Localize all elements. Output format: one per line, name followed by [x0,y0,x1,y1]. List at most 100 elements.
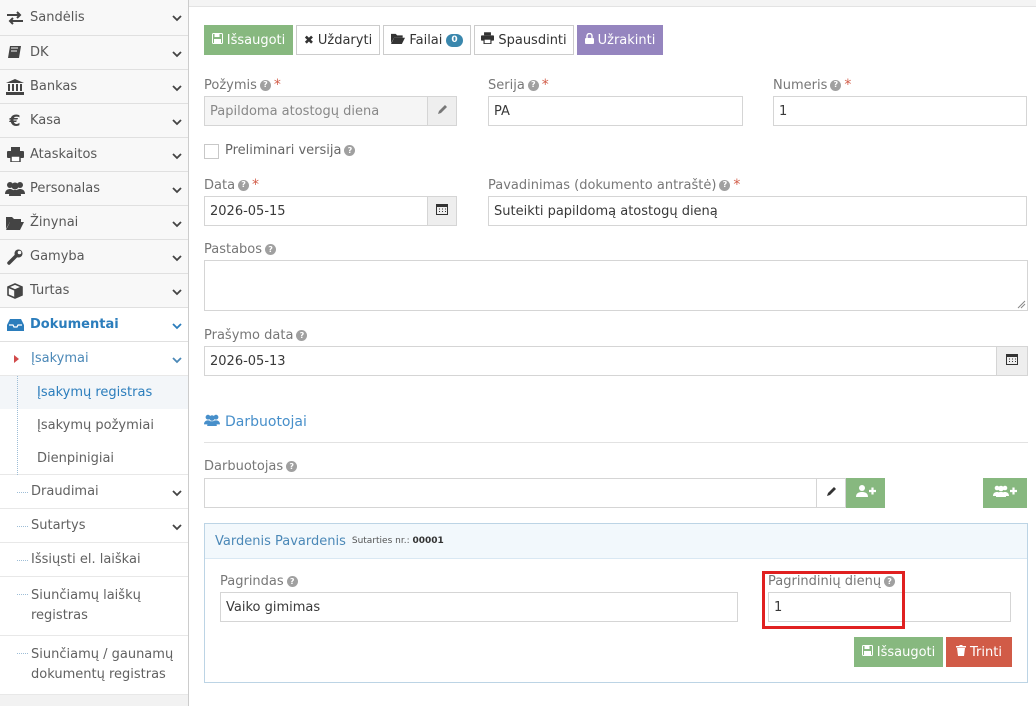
sidebar-item-kasa[interactable]: € Kasa [0,104,188,138]
data-field[interactable]: 2026-05-15 [204,196,429,226]
euro-icon: € [9,111,21,130]
required-marker: * [733,177,741,193]
book-icon [0,45,30,60]
sidebar-item-label: Bankas [30,79,78,94]
floppy-icon [861,644,873,660]
preliminari-label: Preliminari versija ? [225,143,356,158]
pavadinimas-label: Pavadinimas (dokumento antraštė) ? * [488,177,740,193]
edit-pozymis-button[interactable] [427,96,457,126]
prasymo-date-picker-button[interactable] [996,346,1028,376]
print-icon [481,32,495,48]
lock-button-label: Užrakinti [597,32,656,48]
sidebar-item-siunciamu-laisku-registras[interactable]: Siunčiamų laiškų registras [0,577,188,636]
darbuotojai-section-title: Darbuotojai [204,414,307,430]
exchange-icon [0,10,30,25]
close-icon: ✖ [303,33,314,47]
sidebar-item-sandelis[interactable]: Sandėlis [0,0,188,36]
resize-handle-icon[interactable] [1016,299,1026,309]
sidebar-item-label: Turtas [30,283,70,298]
date-picker-button[interactable] [427,196,457,226]
close-button-label: Uždaryti [317,32,373,48]
pavadinimas-field[interactable]: Suteikti papildomą atostogų dieną [488,196,1027,226]
pozymis-field[interactable]: Papildoma atostogų diena [204,96,428,126]
sidebar-item-gamyba[interactable]: Gamyba [0,240,188,274]
sidebar-item-isakymai[interactable]: Įsakymai [0,342,188,376]
sidebar-item-label: DK [30,45,49,60]
sidebar-item-personalas[interactable]: Personalas [0,172,188,206]
required-marker: * [273,77,281,93]
help-icon[interactable]: ? [527,79,539,91]
chevron-down-icon [172,82,182,97]
user-plus-icon [855,485,876,501]
edit-darbuotojas-button[interactable] [816,478,846,508]
sidebar-item-label: Įsakymų požymiai [37,418,154,433]
add-employees-group-button[interactable] [983,478,1027,508]
sidebar-item-zinynai[interactable]: Žinynai [0,206,188,240]
add-employee-button[interactable] [846,478,885,508]
sidebar-item-ataskaitos[interactable]: Ataskaitos [0,138,188,172]
sidebar-item-draudimai[interactable]: Draudimai [0,475,188,509]
serija-field[interactable]: PA [488,96,743,126]
darbuotojas-label: Darbuotojas ? [204,459,298,474]
prasymo-data-field[interactable]: 2026-05-13 [204,346,997,376]
close-button[interactable]: ✖ Uždaryti [296,25,380,55]
help-icon[interactable]: ? [344,145,356,156]
files-count-badge: 0 [446,33,463,47]
sidebar: Sandėlis DK Bankas € Kasa Ataskaitos Per… [0,0,189,706]
employee-save-button[interactable]: Išsaugoti [854,637,943,667]
sidebar-item-label: Draudimai [31,484,99,499]
sidebar-item-dk[interactable]: DK [0,36,188,70]
cube-icon [0,282,30,299]
help-icon[interactable]: ? [296,330,308,341]
darbuotojas-field[interactable] [204,478,818,508]
chevron-down-icon [172,320,182,335]
sidebar-item-isakymu-registras[interactable]: Įsakymų registras [0,376,188,409]
help-icon[interactable]: ? [286,461,298,472]
sidebar-item-turtas[interactable]: Turtas [0,274,188,308]
files-button[interactable]: Failai 0 [383,25,471,55]
employee-delete-button[interactable]: Trinti [946,637,1012,667]
users-icon [0,181,30,196]
pagrindas-field[interactable]: Vaiko gimimas [220,592,738,622]
employee-save-label: Išsaugoti [876,644,936,660]
employee-name[interactable]: Vardenis Pavardenis [215,534,346,549]
sidebar-item-isakymu-pozymiai[interactable]: Įsakymų požymiai [0,409,188,442]
help-icon[interactable]: ? [238,179,250,191]
pastabos-textarea[interactable] [204,260,1028,311]
calendar-icon [436,203,448,219]
sidebar-item-siunciamu-gaunamu-registras[interactable]: Siunčiamų / gaunamų dokumentų registras [0,636,188,695]
print-button[interactable]: Spausdinti [474,25,574,55]
sidebar-item-label: Kasa [30,113,62,128]
preliminari-checkbox[interactable] [204,144,219,159]
sidebar-item-dokumentai[interactable]: Dokumentai [0,308,188,342]
help-icon[interactable]: ? [286,576,298,587]
sidebar-item-dienpinigiai[interactable]: Dienpinigiai [0,442,188,475]
darbuotojai-title-text: Darbuotojai [225,414,307,430]
help-icon[interactable]: ? [830,79,842,91]
sidebar-item-label: Siunčiamų laiškų registras [31,588,141,623]
sidebar-item-label: Išsiųsti el. laiškai [31,552,141,567]
lock-button[interactable]: Užrakinti [577,25,663,55]
chevron-down-icon [172,116,182,131]
sidebar-item-bankas[interactable]: Bankas [0,70,188,104]
sidebar-item-label: Dienpinigiai [37,450,115,466]
darbuotojas-label-text: Darbuotojas [204,459,284,474]
section-divider [204,442,1028,443]
files-button-label: Failai [409,32,443,48]
sidebar-item-label: Personalas [30,181,101,196]
caret-right-icon [14,355,19,363]
employee-delete-label: Trinti [970,644,1002,660]
save-button[interactable]: Išsaugoti [204,25,293,55]
sidebar-item-label: Gamyba [30,249,85,264]
calendar-icon [1006,353,1018,369]
users-icon [204,414,220,430]
sidebar-item-issiusti-laiskai[interactable]: Išsiųsti el. laiškai [0,543,188,577]
numeris-field[interactable]: 1 [773,96,1027,126]
help-icon[interactable]: ? [259,79,271,91]
data-label: Data ? * [204,177,259,193]
help-icon[interactable]: ? [265,244,277,255]
pavadinimas-label-text: Pavadinimas (dokumento antraštė) [488,177,717,193]
help-icon[interactable]: ? [719,179,731,191]
sidebar-item-sutartys[interactable]: Sutartys [0,509,188,543]
contract-info: Sutarties nr.: 00001 [352,536,444,546]
